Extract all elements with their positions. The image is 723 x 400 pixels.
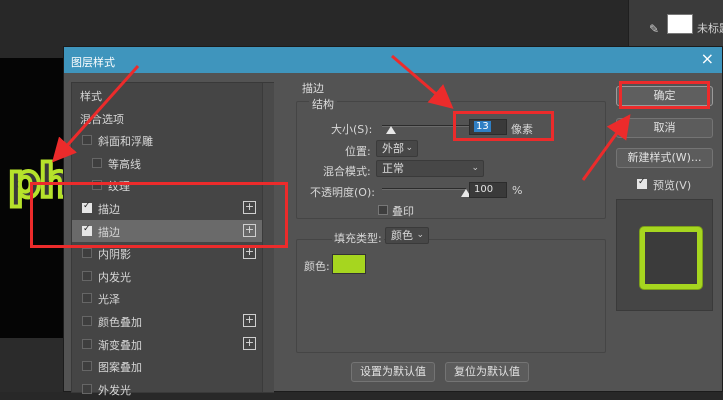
close-icon[interactable]: × (701, 50, 714, 68)
style-list-item[interactable]: 图案叠加 (72, 355, 262, 377)
opacity-unit: % (512, 184, 523, 197)
brush-icon: ✎ (649, 22, 660, 36)
style-list-item[interactable]: 等高线 (72, 152, 262, 174)
size-slider-thumb[interactable] (385, 126, 396, 134)
style-list-label: 样式 (80, 90, 102, 103)
chevron-down-icon: ⌄ (416, 230, 424, 240)
style-checkbox[interactable] (82, 248, 92, 259)
style-checkbox[interactable] (82, 338, 92, 349)
style-list-label: 渐变叠加 (98, 338, 142, 352)
dialog-titlebar[interactable]: 图层样式 × (64, 47, 722, 73)
style-list-label: 颜色叠加 (98, 316, 142, 329)
style-list-item[interactable]: 样式 (72, 84, 262, 106)
add-style-icon[interactable]: + (243, 246, 256, 260)
style-checkbox[interactable] (92, 157, 102, 168)
preview-label: 预览(V) (653, 179, 692, 192)
preview-checkbox[interactable] (637, 177, 647, 189)
style-list-label: 混合选项 (80, 112, 124, 126)
style-checkbox[interactable] (82, 293, 92, 304)
size-label: 大小(S): (331, 123, 373, 136)
layer-thumbnail (667, 14, 693, 34)
color-label: 颜色: (304, 260, 330, 273)
set-default-button[interactable]: 设置为默认值 (351, 362, 435, 382)
structure-title: 结构 (309, 96, 337, 112)
style-list-label: 内发光 (98, 270, 131, 284)
stroke-section-title: 描边 (302, 82, 324, 95)
cancel-button[interactable]: 取消 (616, 118, 713, 138)
style-list-item[interactable]: 斜面和浮雕 (72, 129, 262, 151)
style-list-label: 内阴影 (98, 248, 131, 262)
preview-swatch (640, 227, 702, 289)
blend-mode-dropdown[interactable]: 正常 ⌄ (376, 160, 484, 177)
reset-default-button[interactable]: 复位为默认值 (445, 362, 529, 382)
add-style-icon[interactable]: + (243, 336, 256, 350)
style-checkbox[interactable] (82, 383, 92, 394)
layer-row[interactable]: ✎ 未标题 (629, 8, 723, 36)
stroke-color-swatch[interactable] (332, 254, 366, 274)
style-checkbox[interactable] (82, 361, 92, 372)
dialog-title: 图层样式 (71, 56, 115, 69)
style-checkbox[interactable] (82, 135, 92, 146)
style-preview (616, 199, 713, 311)
style-checkbox[interactable] (82, 316, 92, 326)
style-list-item[interactable]: 内发光 (72, 265, 262, 287)
position-dropdown[interactable]: 外部 ⌄ (376, 140, 418, 157)
annotation-size-input (453, 111, 554, 141)
annotation-stroke-rows (30, 182, 288, 248)
style-list-item[interactable]: 光泽 (72, 287, 262, 309)
add-style-icon[interactable]: + (243, 314, 256, 327)
new-style-button[interactable]: 新建样式(W)... (616, 148, 713, 168)
opacity-slider-track[interactable] (382, 188, 466, 190)
opacity-label: 不透明度(O): (310, 186, 375, 199)
style-list-item[interactable]: 外发光 (72, 378, 262, 400)
opacity-input[interactable]: 100 (469, 182, 507, 198)
layer-name: 未标题 (697, 22, 723, 35)
overprint-checkbox[interactable] (378, 205, 388, 215)
style-list-label: 外发光 (98, 383, 131, 397)
style-list-label: 图案叠加 (98, 361, 142, 375)
chevron-down-icon: ⌄ (471, 163, 479, 173)
position-label: 位置: (345, 145, 371, 158)
style-list-item[interactable]: 混合选项 (72, 107, 262, 129)
fill-type-label: 填充类型: (332, 230, 384, 246)
style-checkbox[interactable] (82, 270, 92, 281)
fill-type-dropdown[interactable]: 颜色 ⌄ (385, 227, 429, 244)
style-list-item[interactable]: 颜色叠加 + (72, 310, 262, 332)
blend-mode-label: 混合模式: (323, 165, 371, 178)
chevron-down-icon: ⌄ (405, 143, 413, 153)
workspace-lower (0, 338, 70, 392)
annotation-ok-button (619, 81, 710, 109)
style-list-item[interactable]: 渐变叠加 + (72, 333, 262, 355)
overprint-label: 叠印 (392, 205, 414, 218)
layers-panel: ✎ 未标题 (628, 0, 723, 46)
style-list-label: 等高线 (108, 157, 141, 171)
style-list-label: 斜面和浮雕 (98, 135, 153, 149)
style-list-label: 光泽 (98, 293, 120, 307)
